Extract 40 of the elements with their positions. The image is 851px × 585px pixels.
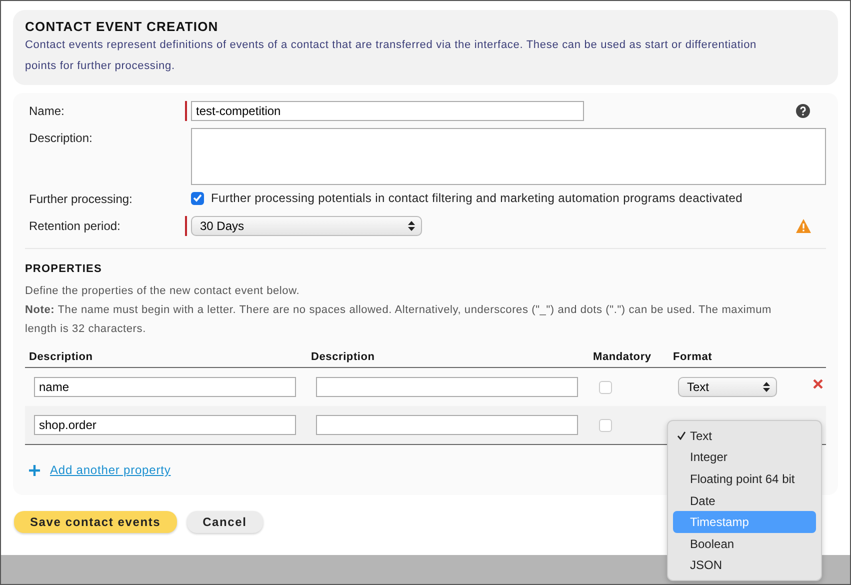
warning-icon: [796, 219, 811, 233]
field-label: Retention period:: [28, 218, 122, 233]
section-title: PROPERTIES: [25, 263, 103, 275]
column-header: Mandatory: [589, 339, 669, 368]
delete-icon[interactable]: [813, 379, 823, 389]
check-icon: [677, 431, 686, 440]
field-label: Further processing:: [28, 191, 134, 206]
checkbox-label: Further processing potentials in contact filtering and marketing automation programs deactivated: [211, 191, 742, 205]
menu-item[interactable]: Text: [673, 425, 816, 447]
field-label: Name:: [28, 103, 66, 118]
save-button[interactable]: Save contact events: [14, 511, 177, 533]
help-icon[interactable]: [796, 104, 810, 118]
mandatory-checkbox[interactable]: [599, 418, 612, 432]
field-label: Description:: [28, 130, 94, 145]
property-name-field[interactable]: shop.order: [34, 415, 296, 435]
mandatory-checkbox[interactable]: [599, 380, 612, 394]
menu-item[interactable]: Date: [673, 490, 816, 512]
select-arrows-icon: [408, 221, 415, 231]
menu-item[interactable]: JSON: [673, 554, 816, 576]
column-header: Description: [307, 339, 589, 368]
page-title: CONTACT EVENT CREATION: [25, 19, 220, 34]
retention-select[interactable]: 30 Days: [191, 216, 422, 236]
cancel-button[interactable]: Cancel: [186, 511, 263, 533]
section-intro: Define the properties of the new contact event below.: [25, 284, 301, 299]
select-arrows-icon: [763, 382, 770, 392]
column-header: Description: [25, 339, 307, 368]
plus-icon[interactable]: [29, 464, 40, 476]
event-name-field[interactable]: test-competition: [191, 101, 584, 121]
description-field[interactable]: [191, 128, 826, 185]
format-select[interactable]: Text: [678, 377, 777, 397]
menu-item[interactable]: Boolean: [673, 532, 816, 555]
menu-item[interactable]: Integer: [673, 446, 816, 468]
column-header: Format: [669, 339, 795, 368]
menu-item[interactable]: Floating point 64 bit: [673, 468, 816, 490]
property-description-field[interactable]: [316, 415, 578, 435]
page-description: Contact events represent definitions of events of a contact that are transferred via the interface. These can be used as start or differentiation points for further processing.: [25, 38, 758, 74]
property-description-field[interactable]: [316, 377, 578, 397]
checkbox[interactable]: [191, 192, 204, 204]
property-name-field[interactable]: name: [34, 377, 296, 397]
section-note: Note: The name must begin with a letter. There are no spaces allowed. Alternatively, underscores ("_") and dots (".") can be used. The maximum length is 32 characters.: [25, 303, 772, 337]
